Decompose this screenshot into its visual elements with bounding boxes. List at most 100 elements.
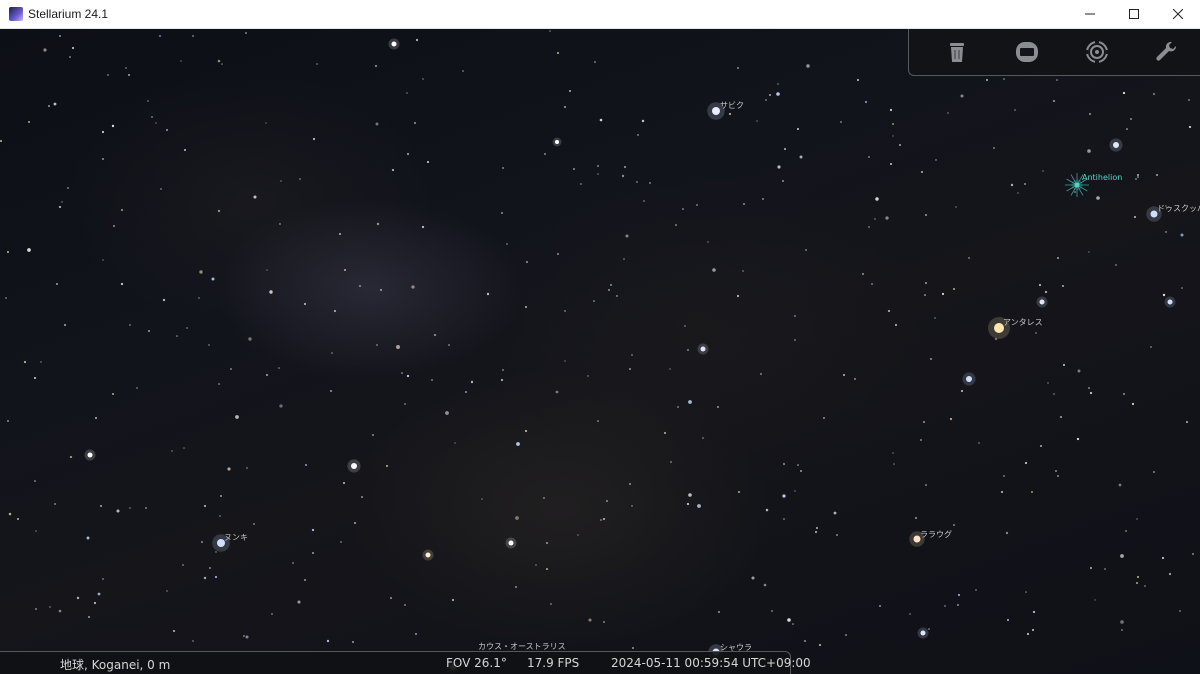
faint-star (155, 122, 157, 124)
star[interactable] (920, 630, 926, 636)
star[interactable] (351, 463, 357, 469)
faint-star (220, 495, 222, 497)
faint-star (35, 530, 37, 532)
star[interactable] (87, 452, 93, 458)
faint-star (406, 374, 410, 378)
faint-star (1001, 491, 1003, 493)
star[interactable] (508, 540, 514, 546)
faint-star (1115, 264, 1117, 266)
status-bar: 地球, Koganei, 0 m FOV 26.1° 17.9 FPS 2024… (0, 651, 811, 674)
faint-star (621, 174, 625, 178)
faint-star (783, 147, 787, 151)
faint-star (1088, 387, 1090, 389)
faint-star (1162, 293, 1166, 297)
faint-star (292, 562, 294, 564)
faint-star (279, 223, 281, 225)
toolbar-button-trash[interactable] (941, 37, 973, 67)
faint-star (878, 604, 882, 608)
faint-star (1179, 610, 1181, 612)
faint-star (1156, 174, 1158, 176)
faint-star (1168, 572, 1172, 576)
faint-star (448, 344, 450, 346)
faint-star (129, 507, 131, 509)
faint-star (486, 292, 490, 296)
star[interactable] (700, 346, 706, 352)
faint-star (34, 480, 36, 482)
faint-star (663, 431, 667, 435)
faint-star (535, 564, 537, 566)
faint-star (1061, 284, 1065, 288)
maximize-button[interactable] (1112, 0, 1156, 28)
faint-star (1135, 178, 1137, 180)
toolbar-button-settings[interactable] (1151, 37, 1183, 67)
faint-star (391, 168, 395, 172)
faint-star (162, 298, 166, 302)
minimize-button[interactable] (1068, 0, 1112, 28)
faint-star (631, 505, 633, 507)
faint-star (941, 292, 945, 296)
faint-star (33, 376, 37, 380)
faint-star (944, 605, 946, 607)
faint-star (172, 629, 176, 633)
faint-star (219, 515, 221, 517)
faint-star (892, 135, 894, 137)
star[interactable] (1113, 142, 1119, 148)
faint-star (1017, 192, 1019, 194)
faint-star (515, 586, 517, 588)
star[interactable] (555, 140, 559, 144)
faint-star (278, 367, 280, 369)
title-bar[interactable]: Stellarium 24.1 (0, 0, 1200, 29)
faint-star (898, 143, 902, 147)
faint-star (1005, 531, 1009, 535)
faint-star (1087, 149, 1091, 153)
faint-star (192, 640, 194, 642)
sky-view[interactable]: サビク Antihelion ドゥスクッバ アンタレス ヌンキ ララウグ カウス… (0, 29, 1200, 674)
faint-star (58, 609, 62, 613)
toolbar-button-target[interactable] (1081, 37, 1113, 67)
faint-star (1047, 382, 1049, 384)
datetime-text[interactable]: 2024-05-11 00:59:54 UTC+09:00 (611, 656, 811, 670)
faint-star (1062, 363, 1066, 367)
faint-star (1025, 591, 1027, 593)
faint-star (794, 339, 796, 341)
star[interactable] (1167, 299, 1173, 305)
star-label-antares: アンタレス (1003, 318, 1043, 327)
faint-star (960, 94, 964, 98)
star-sabik[interactable] (712, 107, 720, 115)
faint-star (88, 616, 90, 618)
star[interactable] (1039, 299, 1045, 305)
faint-star (543, 497, 545, 499)
faint-star (1125, 530, 1127, 532)
faint-star (736, 294, 740, 298)
faint-star (1192, 553, 1194, 555)
faint-star (280, 180, 282, 182)
faint-star (677, 406, 679, 408)
star[interactable] (425, 552, 431, 558)
faint-star (184, 149, 186, 151)
faint-star (960, 389, 964, 393)
faint-star (43, 48, 47, 52)
faint-star (914, 516, 918, 520)
faint-star (501, 212, 503, 214)
faint-star (675, 224, 677, 226)
faint-star (602, 517, 606, 521)
location-text[interactable]: 地球, Koganei, 0 m (60, 656, 170, 673)
faint-star (889, 108, 893, 112)
faint-star (1150, 346, 1152, 348)
star[interactable] (966, 376, 972, 382)
faint-star (800, 470, 802, 472)
faint-star (1014, 109, 1016, 111)
faint-star (756, 120, 758, 122)
faint-star (111, 124, 115, 128)
faint-star (246, 467, 248, 469)
star[interactable] (391, 41, 397, 47)
close-button[interactable] (1156, 0, 1200, 28)
faint-star (147, 100, 149, 102)
faint-star (406, 152, 410, 156)
faint-star (868, 226, 870, 228)
faint-star (887, 309, 891, 313)
faint-star (506, 243, 508, 245)
faint-star (717, 610, 721, 614)
toolbar-button-screen[interactable] (1011, 37, 1043, 67)
faint-star (597, 173, 599, 175)
